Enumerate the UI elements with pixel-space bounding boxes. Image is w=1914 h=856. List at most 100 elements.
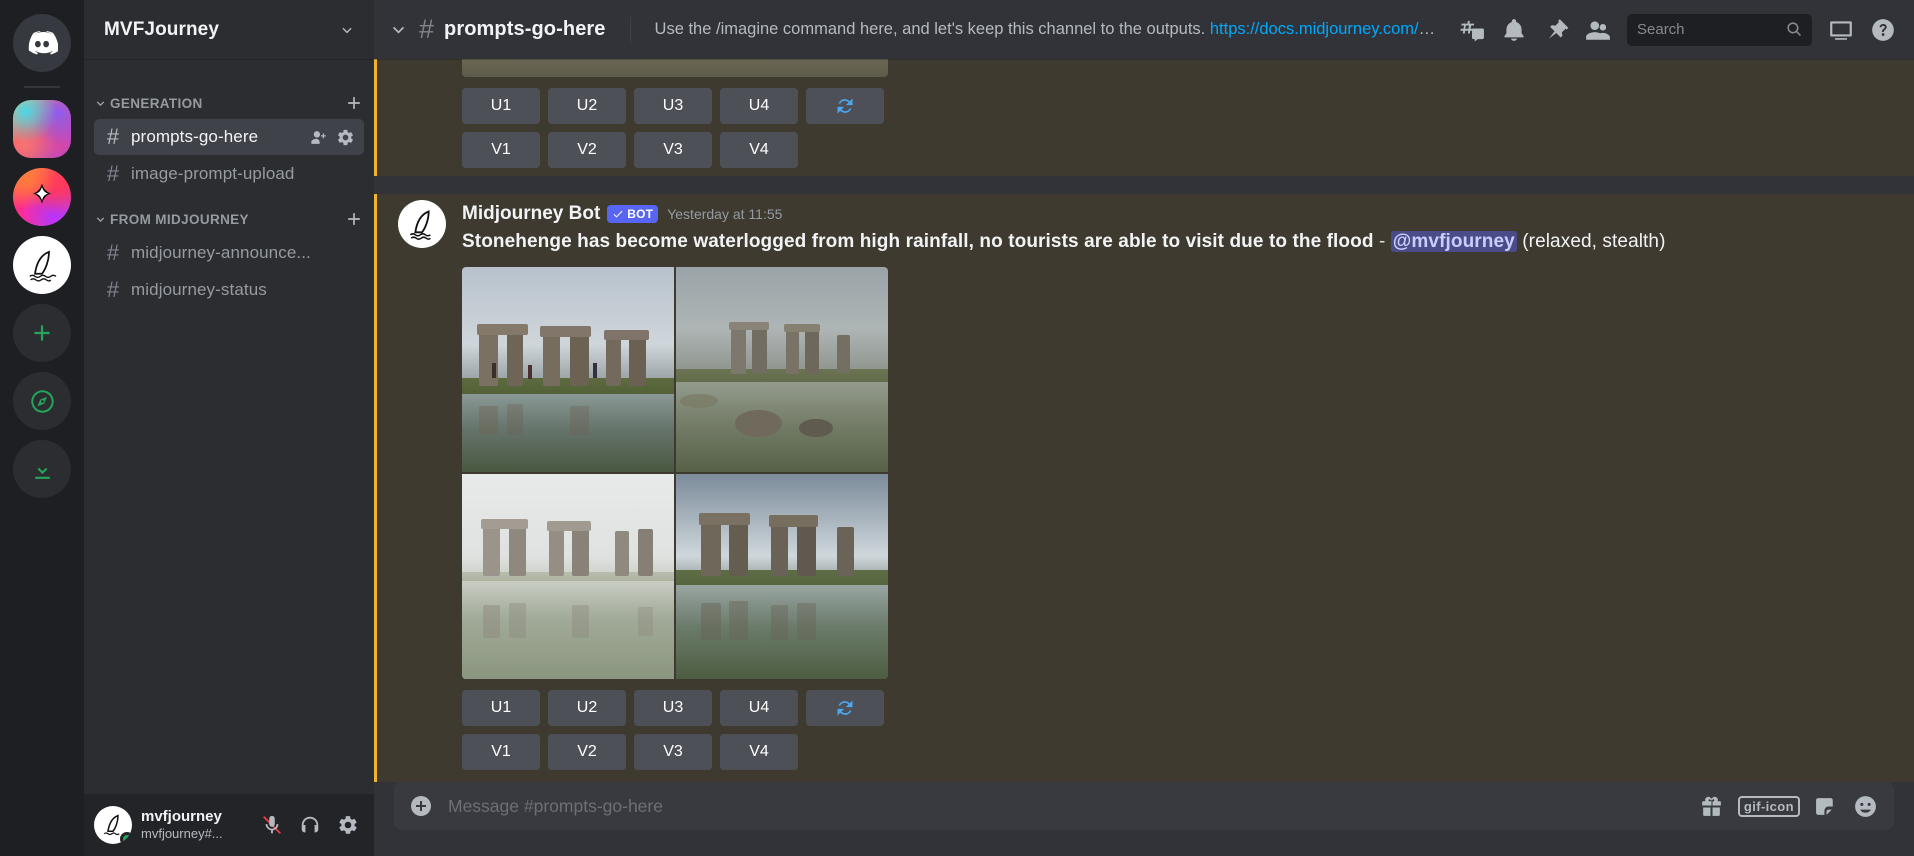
status-online-indicator — [120, 832, 132, 844]
upscale-button-u3[interactable]: U3 — [634, 690, 712, 726]
guild-name: MVFJourney — [104, 19, 219, 41]
image-tile-1[interactable] — [462, 267, 674, 472]
plus-circle-icon — [409, 794, 433, 818]
member-list-button[interactable] — [1579, 11, 1617, 49]
variation-button-v1[interactable]: V1 — [462, 132, 540, 168]
help-icon — [1870, 17, 1896, 43]
hash-icon: # — [419, 16, 434, 43]
variation-button-v4[interactable]: V4 — [720, 734, 798, 770]
prompt-text: Stonehenge has become waterlogged from h… — [462, 231, 1374, 252]
image-tile-3[interactable] — [462, 474, 674, 679]
reroll-button[interactable] — [806, 88, 884, 124]
prompt-separator: - — [1379, 231, 1385, 252]
create-channel-plus-icon[interactable] — [344, 93, 364, 113]
category-label: FROM MIDJOURNEY — [110, 212, 249, 227]
inbox-button[interactable] — [1822, 11, 1860, 49]
search-icon — [1785, 20, 1804, 39]
message-content: Stonehenge has become waterlogged from h… — [462, 229, 1854, 255]
sidebar-item-image-prompt-upload[interactable]: # image-prompt-upload — [94, 156, 364, 192]
variation-button-v2[interactable]: V2 — [548, 132, 626, 168]
sticker-button[interactable] — [1814, 794, 1839, 819]
add-member-icon[interactable] — [309, 128, 328, 147]
message-composer[interactable]: gif-icon — [394, 782, 1894, 830]
sidebar-item-midjourney-announcements[interactable]: # midjourney-announce... — [94, 235, 364, 271]
user-meta[interactable]: mvfjourney mvfjourney#... — [141, 808, 246, 842]
upscale-button-u1[interactable]: U1 — [462, 690, 540, 726]
inbox-icon — [1828, 17, 1854, 43]
add-attachment-button[interactable] — [394, 782, 448, 830]
upscale-button-u4[interactable]: U4 — [720, 690, 798, 726]
variation-button-v1[interactable]: V1 — [462, 734, 540, 770]
image-tile-2[interactable] — [676, 267, 888, 472]
search-box[interactable] — [1627, 14, 1812, 46]
headphones-icon — [299, 814, 321, 836]
upscale-button-u4[interactable]: U4 — [720, 88, 798, 124]
upscale-button-u2[interactable]: U2 — [548, 88, 626, 124]
explore-servers-button[interactable] — [13, 372, 71, 430]
sidebar-item-midjourney-status[interactable]: # midjourney-status — [94, 272, 364, 308]
add-server-button[interactable] — [13, 304, 71, 362]
server-icon-midjourney[interactable] — [13, 236, 71, 294]
refresh-icon — [835, 96, 855, 116]
chevron-down-icon[interactable] — [390, 21, 407, 38]
upscale-button-u3[interactable]: U3 — [634, 88, 712, 124]
variation-button-row: V1 V2 V3 V4 — [462, 734, 1854, 770]
create-channel-plus-icon[interactable] — [344, 209, 364, 229]
server-rail — [0, 0, 84, 856]
plus-icon — [29, 320, 55, 346]
chevron-down-icon[interactable] — [340, 23, 354, 37]
category-generation[interactable]: GENERATION — [84, 77, 374, 118]
chevron-down-icon — [94, 213, 107, 226]
user-mention[interactable]: @mvfjourney — [1391, 231, 1517, 252]
help-button[interactable] — [1864, 11, 1902, 49]
server-icon-discord-home[interactable] — [13, 14, 71, 72]
user-settings-button[interactable] — [331, 808, 365, 842]
threads-button[interactable] — [1453, 11, 1491, 49]
variation-button-v4[interactable]: V4 — [720, 132, 798, 168]
notifications-button[interactable] — [1495, 11, 1533, 49]
channel-topic-text: Use the /imagine command here, and let's… — [655, 20, 1206, 38]
gif-button[interactable]: gif-icon — [1738, 796, 1800, 817]
image-tile-4[interactable] — [676, 474, 888, 679]
category-from-midjourney[interactable]: FROM MIDJOURNEY — [84, 193, 374, 234]
reroll-button[interactable] — [806, 690, 884, 726]
discord-logo-icon — [26, 27, 58, 59]
composer-actions: gif-icon — [1699, 794, 1878, 819]
server-icon-spark[interactable] — [13, 168, 71, 226]
message-gap — [374, 176, 1914, 194]
upscale-button-row: U1 U2 U3 U4 — [462, 88, 1854, 124]
channel-topic[interactable]: Use the /imagine command here, and let's… — [655, 20, 1443, 39]
action-buttons-top: U1 U2 U3 U4 V1 V2 V3 — [462, 88, 1854, 168]
variation-button-v3[interactable]: V3 — [634, 734, 712, 770]
message-timestamp: Yesterday at 11:55 — [667, 205, 782, 223]
avatar[interactable] — [94, 806, 132, 844]
avatar[interactable] — [398, 200, 446, 248]
sidebar-item-prompts-go-here[interactable]: # prompts-go-here — [94, 119, 364, 155]
pinned-messages-button[interactable] — [1537, 11, 1575, 49]
message-author[interactable]: Midjourney Bot — [462, 202, 600, 227]
server-icon-rainbow[interactable] — [13, 100, 71, 158]
chevron-down-icon — [94, 97, 107, 110]
guild-header[interactable]: MVFJourney — [84, 0, 374, 59]
upscale-button-u2[interactable]: U2 — [548, 690, 626, 726]
variation-button-v2[interactable]: V2 — [548, 734, 626, 770]
rail-divider — [24, 86, 60, 88]
emoji-button[interactable] — [1853, 794, 1878, 819]
download-apps-button[interactable] — [13, 440, 71, 498]
topbar-actions — [1453, 11, 1902, 49]
username: mvfjourney — [141, 808, 246, 826]
generated-image-grid[interactable] — [462, 267, 888, 679]
main-content: # prompts-go-here Use the /imagine comma… — [374, 0, 1914, 856]
gear-icon[interactable] — [336, 128, 355, 147]
search-input[interactable] — [1637, 21, 1785, 38]
upscale-button-u1[interactable]: U1 — [462, 88, 540, 124]
message-input[interactable] — [448, 796, 1699, 817]
channel-topic-link[interactable]: https://docs.midjourney.com/v1/en — [1210, 20, 1443, 38]
gift-button[interactable] — [1699, 794, 1724, 819]
channel-label: prompts-go-here — [131, 127, 301, 147]
mute-microphone-button[interactable] — [255, 808, 289, 842]
user-tag: mvfjourney#... — [141, 826, 246, 842]
variation-button-v3[interactable]: V3 — [634, 132, 712, 168]
deafen-button[interactable] — [293, 808, 327, 842]
composer-area: gif-icon — [374, 782, 1914, 856]
